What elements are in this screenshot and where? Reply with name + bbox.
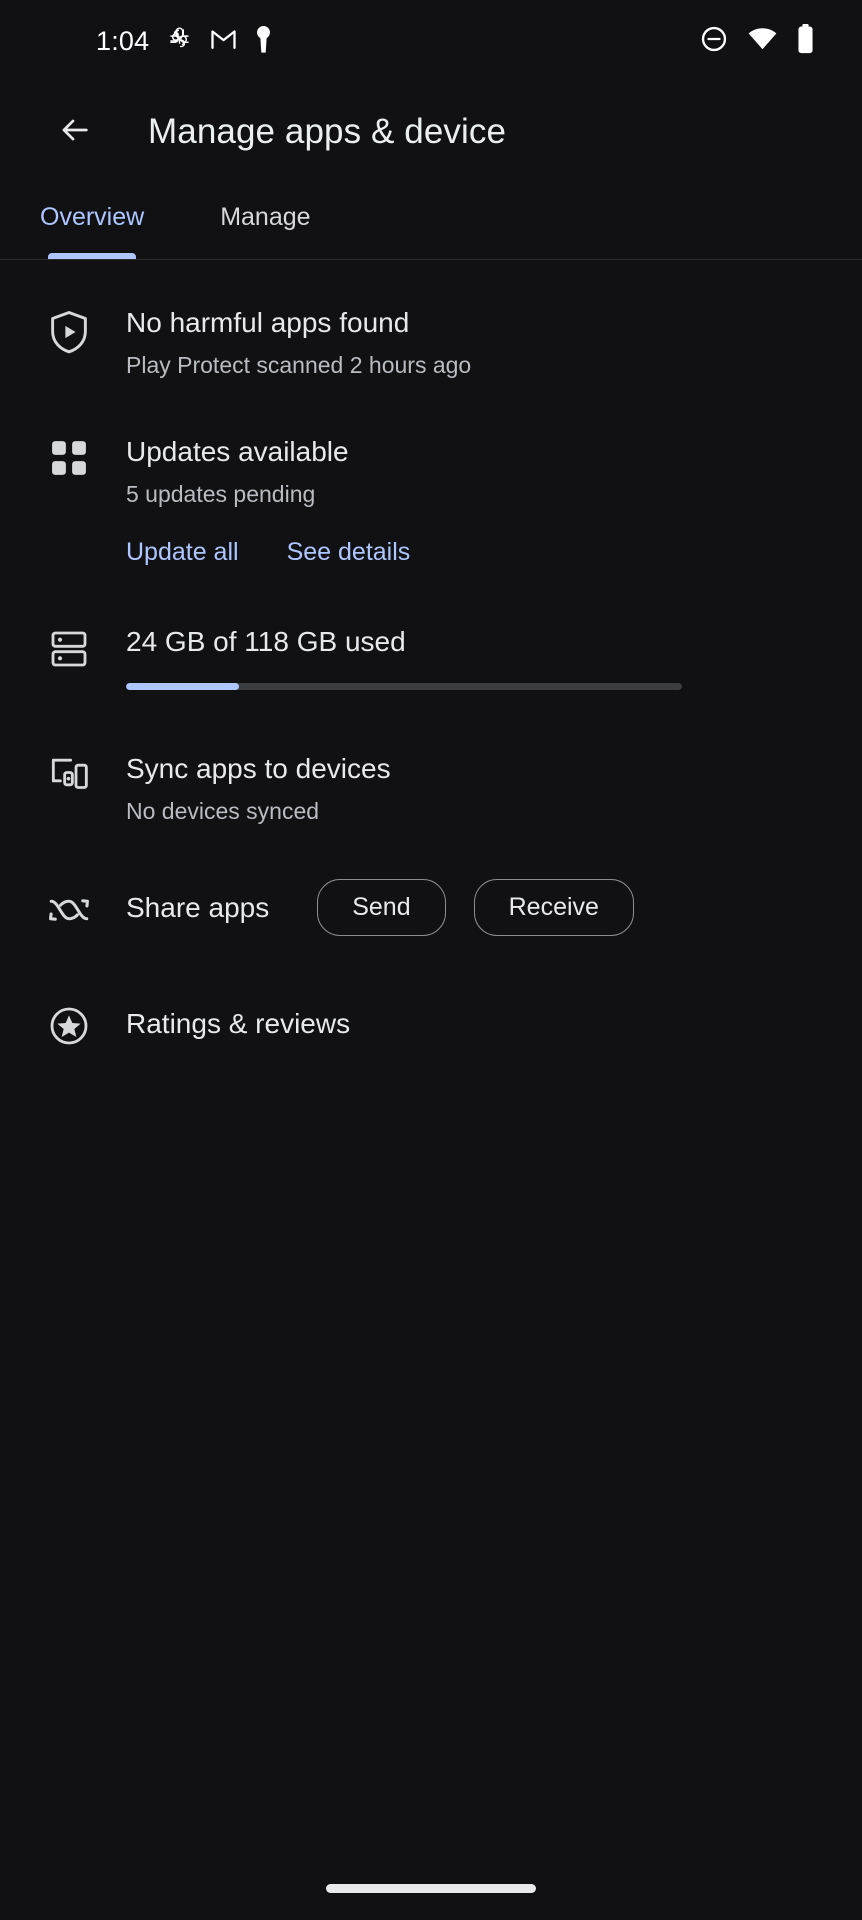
row-updates[interactable]: Updates available 5 updates pending Upda… bbox=[0, 435, 862, 567]
row-updates-body: Updates available 5 updates pending Upda… bbox=[100, 435, 824, 567]
row-play-protect[interactable]: No harmful apps found Play Protect scann… bbox=[0, 306, 862, 379]
app-bar: Manage apps & device bbox=[0, 82, 862, 182]
update-all-button[interactable]: Update all bbox=[126, 538, 239, 567]
sync-subtitle: No devices synced bbox=[126, 797, 320, 824]
updates-title: Updates available bbox=[126, 436, 349, 468]
tab-manage[interactable]: Manage bbox=[194, 182, 336, 252]
share-apps-buttons: Send Receive bbox=[317, 879, 634, 937]
status-bar-right bbox=[700, 23, 814, 59]
gmail-icon bbox=[210, 28, 237, 55]
row-storage-body: 24 GB of 118 GB used bbox=[100, 625, 824, 690]
storage-title: 24 GB of 118 GB used bbox=[126, 626, 406, 658]
wifi-icon bbox=[748, 27, 777, 56]
system-nav-bar bbox=[0, 1856, 862, 1920]
row-ratings-reviews[interactable]: Ratings & reviews bbox=[0, 1002, 862, 1046]
row-sync-apps[interactable]: Sync apps to devices No devices synced bbox=[0, 752, 862, 825]
home-gesture-pill[interactable] bbox=[326, 1883, 536, 1893]
see-details-button[interactable]: See details bbox=[287, 538, 411, 567]
do-not-disturb-icon bbox=[700, 25, 728, 58]
tab-overview[interactable]: Overview bbox=[14, 182, 170, 252]
row-sync-body: Sync apps to devices No devices synced bbox=[100, 752, 824, 825]
share-apps-label: Share apps bbox=[126, 891, 270, 923]
star-circle-icon bbox=[38, 1002, 100, 1046]
send-button[interactable]: Send bbox=[317, 879, 446, 937]
tab-manage-label: Manage bbox=[220, 202, 311, 231]
receive-button[interactable]: Receive bbox=[473, 879, 634, 937]
play-protect-subtitle: Play Protect scanned 2 hours ago bbox=[126, 351, 472, 378]
row-ratings-body: Ratings & reviews bbox=[100, 1007, 824, 1041]
updates-subtitle: 5 updates pending bbox=[126, 480, 316, 507]
play-protect-title: No harmful apps found bbox=[126, 307, 410, 338]
overview-content: No harmful apps found Play Protect scann… bbox=[0, 260, 862, 1046]
status-bar: 1:04 bbox=[0, 0, 862, 82]
updates-actions: Update all See details bbox=[126, 538, 824, 567]
vpn-key-icon bbox=[254, 24, 273, 59]
back-button[interactable] bbox=[44, 101, 106, 163]
tab-bar-divider bbox=[0, 259, 862, 260]
storage-icon bbox=[38, 625, 100, 669]
row-share-apps: Share apps Send Receive bbox=[0, 879, 862, 937]
apps-grid-icon bbox=[38, 435, 100, 477]
storage-progress-bar bbox=[126, 682, 682, 690]
devices-sync-icon bbox=[38, 752, 100, 792]
tab-bar: Overview Manage bbox=[0, 182, 862, 260]
page-title: Manage apps & device bbox=[148, 112, 507, 151]
sync-title: Sync apps to devices bbox=[126, 752, 391, 784]
back-arrow-icon bbox=[58, 113, 92, 152]
phone-screen: 1:04 Manage apps & device Overview Manag… bbox=[0, 0, 862, 1920]
row-storage[interactable]: 24 GB of 118 GB used bbox=[0, 625, 862, 690]
row-play-protect-body: No harmful apps found Play Protect scann… bbox=[100, 306, 824, 379]
tab-overview-label: Overview bbox=[40, 202, 145, 231]
storage-progress-fill bbox=[126, 682, 240, 690]
status-bar-left: 1:04 bbox=[96, 24, 273, 59]
ratings-title: Ratings & reviews bbox=[126, 1008, 351, 1040]
status-bar-clock: 1:04 bbox=[96, 25, 150, 56]
battery-icon bbox=[797, 23, 814, 59]
photos-icon bbox=[166, 25, 193, 57]
share-apps-icon bbox=[38, 891, 100, 925]
shield-play-protect-icon bbox=[38, 306, 100, 354]
